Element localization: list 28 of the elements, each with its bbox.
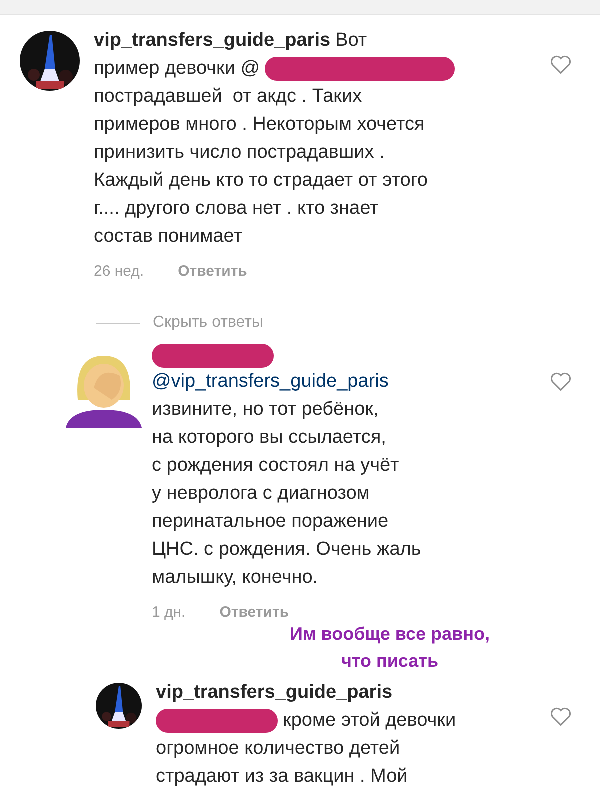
caption-text: Им вообще все равно,: [290, 623, 490, 646]
comment-text: с рождения состоял на учёт: [152, 454, 400, 478]
username[interactable]: vip_transfers_guide_paris: [156, 679, 393, 707]
comment-text: кроме этой девочки: [283, 709, 456, 733]
username[interactable]: vip_transfers_guide_paris: [94, 27, 331, 55]
comment-text: г.... другого слова нет . кто знает: [94, 197, 379, 221]
comment-text: примеров много . Некоторым хочется: [94, 113, 425, 137]
comment-time: 26 нед.: [94, 263, 144, 280]
heart-icon[interactable]: [550, 707, 572, 727]
comment-text: Вот: [336, 29, 368, 53]
heart-icon[interactable]: [550, 372, 572, 392]
comment-text: огромное количество детей: [156, 737, 400, 761]
comment-text: ЦНС. с рождения. Очень жаль: [152, 538, 422, 562]
mention-link[interactable]: @vip_transfers_guide_paris: [152, 368, 389, 396]
comment-text: перинатальное поражение: [152, 510, 389, 534]
comment-text: состав понимает: [94, 225, 242, 249]
comment-text: извините, но тот ребёнок,: [152, 398, 379, 422]
comment-text: Каждый день кто то страдает от этого: [94, 169, 428, 193]
comment-text: страдают из за вакцин . Мой: [156, 765, 408, 789]
comment-text: малышку, конечно.: [152, 566, 318, 590]
heart-icon[interactable]: [550, 55, 572, 75]
comment-text: пострадавшей от акдс . Таких: [94, 85, 362, 109]
comment-time: 1 дн.: [152, 604, 186, 621]
comment-text: на которого вы ссылается,: [152, 426, 386, 450]
comment-text: у невролога с диагнозом: [152, 482, 370, 506]
caption-text: что писать: [341, 650, 439, 673]
comment-text: пример девочки @: [94, 57, 260, 81]
comment-text: принизить число пострадавших .: [94, 141, 385, 165]
